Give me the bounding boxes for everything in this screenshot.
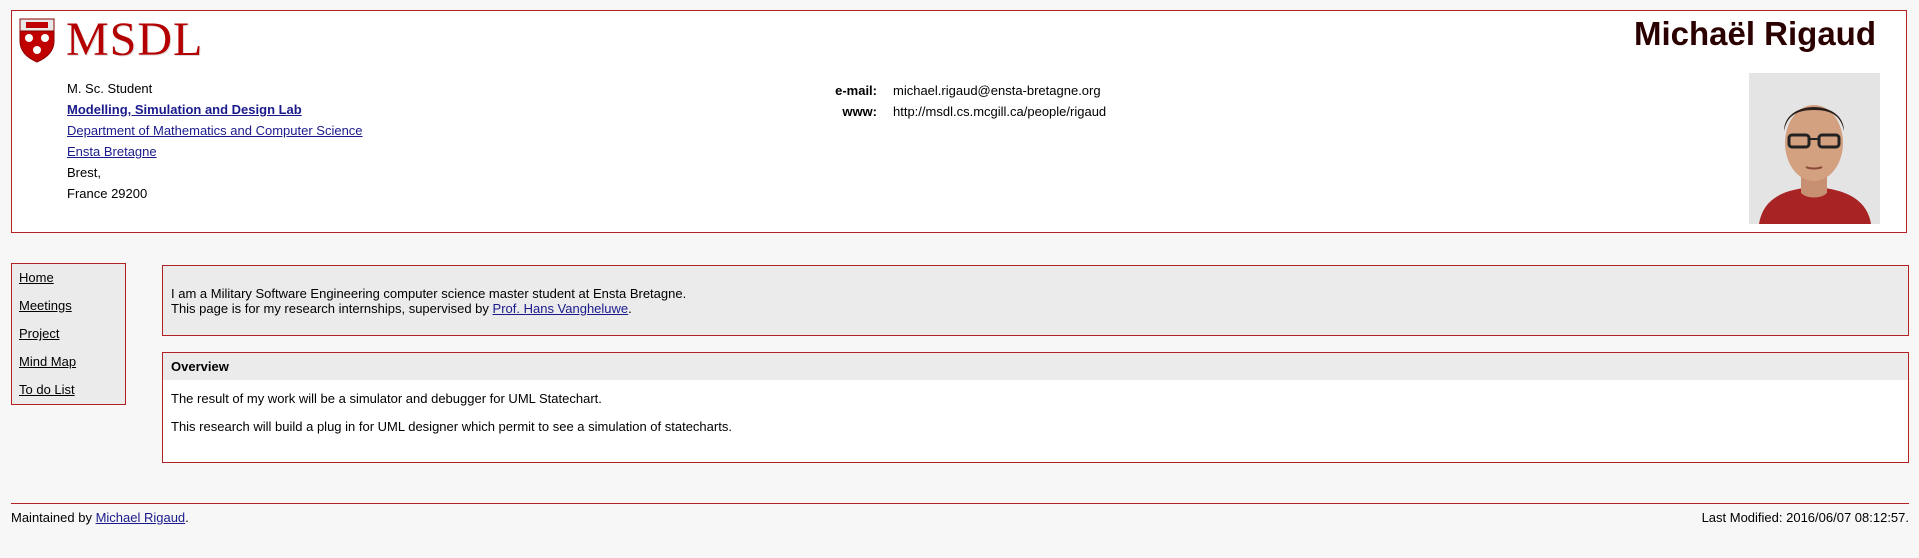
overview-paragraph-1: The result of my work will be a simulato… [171, 391, 602, 406]
email-value: michael.rigaud@ensta-bretagne.org [893, 83, 1101, 98]
address-city: Brest, [67, 165, 101, 180]
footer-maintained-prefix: Maintained by [11, 510, 96, 525]
maintainer-link[interactable]: Michael Rigaud [96, 510, 186, 525]
page-title: Michaël Rigaud [1633, 15, 1876, 52]
logo-text: MSDL [66, 13, 204, 66]
intro-line-2: This page is for my research internships… [171, 301, 1900, 316]
footer-divider [11, 503, 1909, 504]
www-label: www: [842, 104, 877, 119]
supervisor-link[interactable]: Prof. Hans Vangheluwe [493, 301, 629, 316]
nav-item-project[interactable]: Project [19, 324, 125, 352]
position-title: M. Sc. Student [67, 81, 153, 96]
contact-block: e-mail: michael.rigaud@ensta-bretagne.or… [812, 80, 1106, 122]
school-link[interactable]: Ensta Bretagne [67, 144, 157, 159]
nav-item-mind-map[interactable]: Mind Map [19, 352, 125, 380]
mcgill-shield-icon [19, 18, 55, 63]
nav-item-home[interactable]: Home [19, 268, 125, 296]
overview-paragraph-2: This research will build a plug in for U… [171, 419, 732, 434]
intro-line-1: I am a Military Software Engineering com… [171, 286, 687, 301]
msdl-logo[interactable]: MSDL [18, 16, 203, 64]
footer-last-modified: Last Modified: 2016/06/07 08:12:57. [1701, 510, 1909, 525]
lab-link[interactable]: Modelling, Simulation and Design Lab [67, 102, 302, 117]
overview-title: Overview [163, 353, 1908, 380]
overview-panel: Overview The result of my work will be a… [162, 352, 1909, 463]
overview-body: The result of my work will be a simulato… [163, 380, 1908, 458]
department-link[interactable]: Department of Mathematics and Computer S… [67, 123, 363, 138]
www-value: http://msdl.cs.mcgill.ca/people/rigaud [893, 104, 1107, 119]
header: MSDL Michaël Rigaud M. Sc. Student Model… [11, 10, 1907, 233]
sidebar-nav: Home Meetings Project Mind Map To do Lis… [11, 263, 126, 405]
intro-line-2-suffix: . [628, 301, 632, 316]
email-label: e-mail: [835, 83, 877, 98]
nav-item-meetings[interactable]: Meetings [19, 296, 125, 324]
nav-item-todo-list[interactable]: To do List [19, 380, 125, 408]
address-country: France 29200 [67, 186, 148, 201]
footer-maintained: Maintained by Michael Rigaud. [11, 510, 189, 525]
intro-line-2-prefix: This page is for my research internships… [171, 301, 493, 316]
footer-maintained-suffix: . [185, 510, 189, 525]
profile-photo [1749, 73, 1880, 224]
intro-panel: I am a Military Software Engineering com… [162, 265, 1909, 336]
address-block: M. Sc. Student Modelling, Simulation and… [67, 78, 363, 204]
